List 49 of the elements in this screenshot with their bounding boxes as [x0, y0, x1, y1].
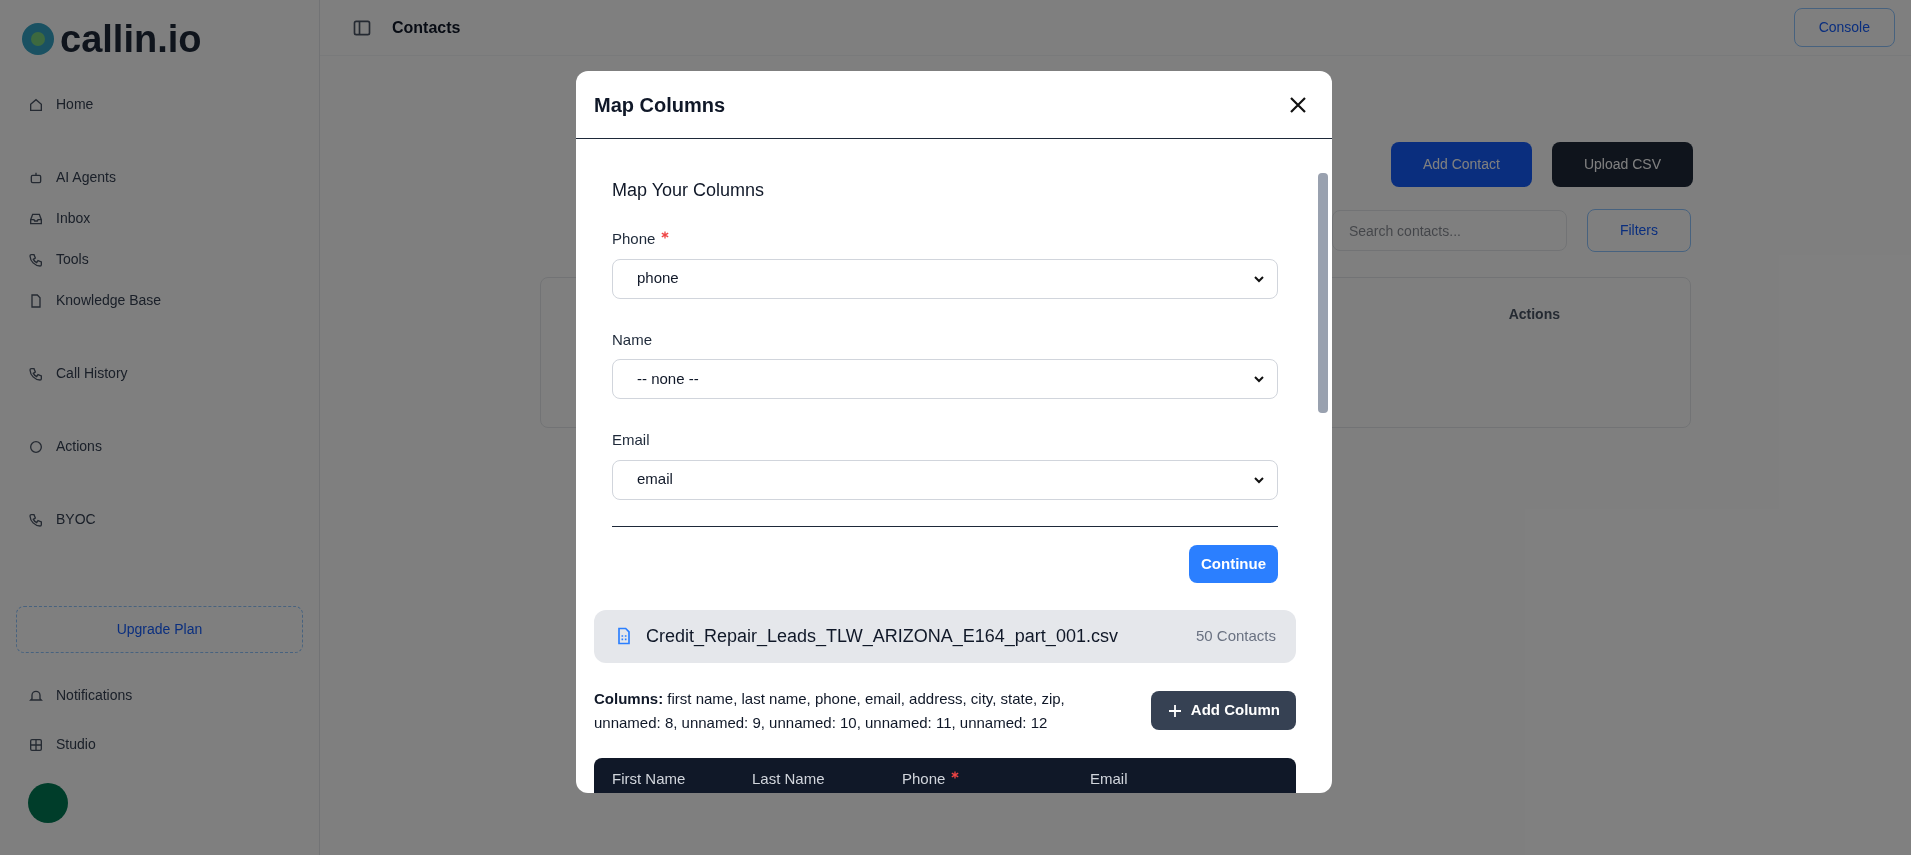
avatar [28, 783, 68, 823]
sidebar-item[interactable]: Inbox [16, 200, 303, 237]
phone-icon [28, 511, 44, 528]
column-header: Email [1090, 768, 1128, 789]
phone-icon [28, 365, 44, 382]
add-contact-button[interactable]: Add Contact [1390, 142, 1532, 187]
search-field[interactable]: Search contacts... [1331, 210, 1567, 251]
section-heading: Map Your Columns [612, 179, 766, 202]
field-label: Email [612, 430, 650, 450]
select-field[interactable]: email [612, 459, 1278, 500]
continue-button[interactable]: Continue [1189, 544, 1278, 583]
select-field[interactable]: -- none -- [612, 359, 1278, 399]
sidebar-item[interactable]: Call History [16, 355, 303, 392]
column-header: First Name [612, 768, 686, 789]
sidebar-item[interactable]: BYOC [16, 501, 303, 538]
upgrade-button[interactable]: Upgrade Plan [16, 606, 303, 653]
field-label: Phone [612, 229, 656, 249]
select-field[interactable]: phone [612, 258, 1278, 299]
sidebar-item[interactable]: Notifications [16, 673, 303, 718]
file-name: Credit_Repair_Leads_TLW_ARIZONA_E164_part_001.csv [646, 624, 1119, 649]
chevron-icon [1253, 373, 1265, 385]
required-asterisk-icon [951, 770, 960, 779]
add-column-button[interactable]: Add Column [1150, 691, 1296, 730]
sidebar-item[interactable]: AI Agents [16, 159, 303, 196]
column-header: Actions [1508, 305, 1560, 324]
circle-icon [28, 438, 44, 455]
column-header: Phone [902, 768, 946, 789]
grid-icon [28, 736, 44, 753]
document-icon [28, 292, 44, 309]
console-button[interactable]: Console [1793, 8, 1895, 47]
sidebar-item[interactable]: Tools [16, 241, 303, 278]
upload-button[interactable]: Upload CSV [1551, 142, 1693, 187]
page-title: Contacts [392, 17, 461, 38]
column-header: Last Name [752, 768, 825, 789]
phone-icon [28, 251, 44, 268]
filters-button[interactable]: Filters [1586, 209, 1691, 252]
logo-text: callin.io [60, 20, 202, 58]
columns-list: Columns: first name, last name, phone, email, address, city, state, zip, unnamed: 8, unnamed: 9, unnamed: 10, unnamed: 11, unnamed: 12 [594, 686, 1127, 735]
modal-title: Map Columns [594, 92, 726, 118]
sidebar-item[interactable]: Home [16, 86, 303, 123]
sidebar-item[interactable]: Actions [16, 428, 303, 465]
sidebar-item[interactable]: Studio [16, 722, 303, 767]
field-label: Name [612, 329, 652, 350]
plus-icon [1166, 702, 1183, 719]
home-icon [28, 96, 44, 113]
logo-icon [20, 21, 56, 57]
sidebar-item[interactable]: Knowledge Base [16, 282, 303, 319]
required-asterisk-icon [661, 231, 670, 239]
contact-count: 50 Contacts [1195, 626, 1276, 647]
